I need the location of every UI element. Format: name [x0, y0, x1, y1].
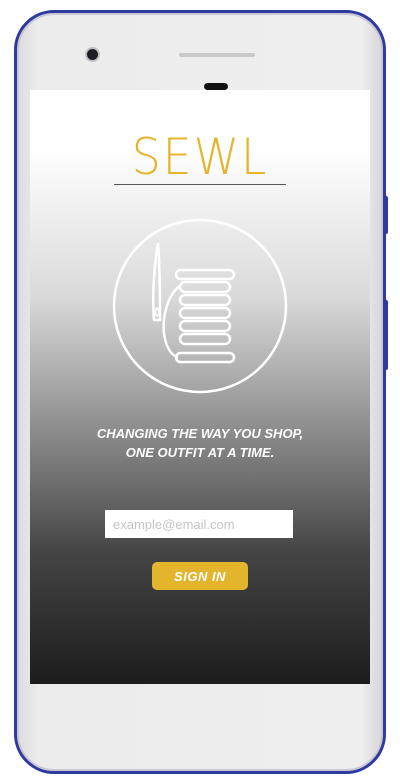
tagline-line-2: ONE OUTFIT AT A TIME.	[125, 445, 275, 460]
app-screen: SEWL CHANGING THE WAY YOU SHOP, ONE OUTF…	[30, 90, 370, 684]
logo-underline	[114, 184, 286, 185]
tagline: CHANGING THE WAY YOU SHOP, ONE OUTFIT AT…	[30, 424, 370, 462]
email-input[interactable]	[105, 510, 293, 538]
earpiece-speaker	[179, 53, 255, 57]
tagline-line-1: CHANGING THE WAY YOU SHOP,	[96, 426, 304, 441]
thread-spool-needle-icon	[112, 218, 288, 394]
sign-in-button[interactable]: SIGN IN	[152, 562, 248, 590]
brand-logo: SEWL	[131, 128, 269, 186]
power-button	[384, 300, 388, 370]
front-camera	[87, 49, 98, 60]
proximity-sensor	[204, 83, 228, 90]
volume-up-button	[384, 196, 388, 234]
